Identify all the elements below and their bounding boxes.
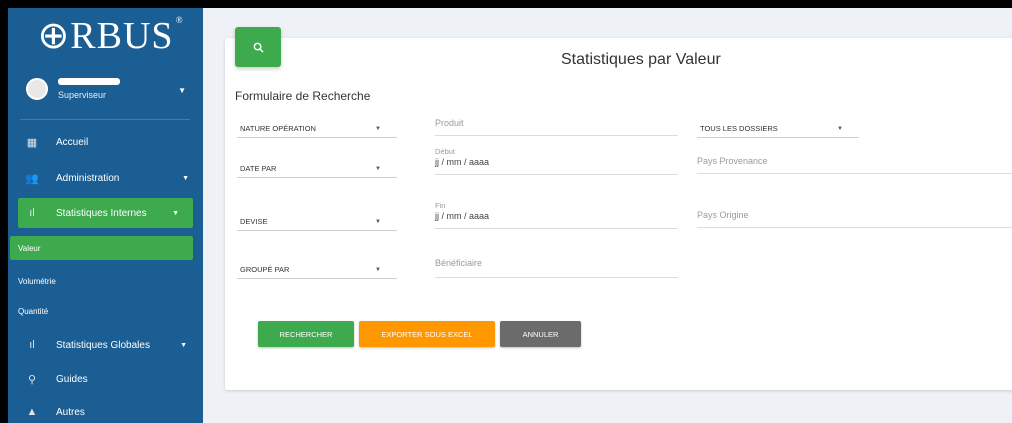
date-fin-field[interactable]: Fin jj / mm / aaaa <box>435 201 678 229</box>
groupe-par-select[interactable]: GROUPÉ PAR ▼ <box>237 261 397 279</box>
sidebar-item-accueil[interactable]: ▦ Accueil <box>8 127 203 157</box>
sidebar-item-administration[interactable]: 👥 Administration ▼ <box>8 163 203 193</box>
logo-text: ⊕RBUS <box>37 15 174 57</box>
caret-down-icon[interactable]: ▼ <box>178 86 186 95</box>
user-role: Superviseur <box>58 90 107 100</box>
pays-origine-field[interactable]: Pays Origine <box>697 210 1012 228</box>
date-debut-value: jj / mm / aaaa <box>435 157 490 167</box>
sidebar-item-label: Accueil <box>56 136 89 148</box>
sidebar-item-autres[interactable]: ▲ Autres <box>8 397 203 423</box>
sidebar-item-label: Autres <box>56 406 85 418</box>
page-title: Statistiques par Valeur <box>561 51 721 68</box>
date-debut-field[interactable]: Début jj / mm / aaaa <box>435 147 678 175</box>
sidebar-item-label: Statistiques Globales <box>56 339 150 351</box>
date-fin-value: jj / mm / aaaa <box>435 211 490 221</box>
user-menu[interactable]: Superviseur ▼ <box>26 70 196 108</box>
beneficiaire-field[interactable]: Bénéficiaire <box>435 258 678 278</box>
divider <box>20 119 190 120</box>
caret-down-icon: ▼ <box>180 341 187 349</box>
dashboard-icon: ▦ <box>26 136 38 149</box>
caret-down-icon: ▼ <box>375 125 381 132</box>
search-icon: ⚲ <box>27 373 37 386</box>
date-fin-label: Fin <box>435 201 446 210</box>
caret-down-icon: ▼ <box>172 209 179 217</box>
registered-mark: ® <box>175 15 184 25</box>
sidebar-item-statistiques-globales[interactable]: ıl Statistiques Globales ▼ <box>8 330 203 360</box>
search-icon[interactable] <box>235 27 281 67</box>
caret-down-icon: ▼ <box>182 174 189 182</box>
sidebar-item-label: Statistiques Internes <box>56 207 147 219</box>
users-icon: 👥 <box>25 172 39 185</box>
sidebar-item-label: Guides <box>56 373 88 385</box>
tous-les-dossiers-select[interactable]: TOUS LES DOSSIERS ▼ <box>697 120 859 138</box>
sidebar-item-statistiques-internes[interactable]: ıl Statistiques Internes ▼ <box>18 198 193 228</box>
sidebar-item-guides[interactable]: ⚲ Guides <box>8 364 203 394</box>
pays-provenance-field[interactable]: Pays Provenance <box>697 156 1012 174</box>
caret-down-icon: ▼ <box>837 125 843 132</box>
sidebar-subitem-volumetrie[interactable]: Volumétrie <box>8 269 203 293</box>
triangle-icon: ▲ <box>26 406 38 418</box>
date-par-select[interactable]: DATE PAR ▼ <box>237 160 397 178</box>
form-title: Formulaire de Recherche <box>235 89 371 103</box>
sidebar-subitem-quantite[interactable]: Quantité <box>8 299 203 323</box>
bar-chart-icon: ıl <box>29 339 35 351</box>
sidebar-item-label: Administration <box>56 172 120 184</box>
devise-select[interactable]: DEVISE ▼ <box>237 213 397 231</box>
date-debut-label: Début <box>435 147 456 156</box>
annuler-button[interactable]: ANNULER <box>500 321 581 347</box>
sidebar: ⊕RBUS ® Superviseur ▼ ▦ Accueil 👥 Adminis… <box>8 8 203 423</box>
rechercher-button[interactable]: RECHERCHER <box>258 321 354 347</box>
caret-down-icon: ▼ <box>375 165 381 172</box>
avatar <box>26 78 48 100</box>
caret-down-icon: ▼ <box>375 218 381 225</box>
logo[interactable]: ⊕RBUS ® <box>8 8 203 63</box>
nature-operation-select[interactable]: NATURE OPÉRATION ▼ <box>237 120 397 138</box>
app-frame: ⊕RBUS ® Superviseur ▼ ▦ Accueil 👥 Adminis… <box>8 8 1012 423</box>
exporter-excel-button[interactable]: EXPORTER SOUS EXCEL <box>359 321 495 347</box>
sidebar-subitem-valeur[interactable]: Valeur <box>10 236 193 260</box>
bar-chart-icon: ıl <box>29 207 35 219</box>
caret-down-icon: ▼ <box>375 266 381 273</box>
produit-field[interactable]: Produit <box>435 118 678 136</box>
user-name-redacted <box>58 78 120 85</box>
